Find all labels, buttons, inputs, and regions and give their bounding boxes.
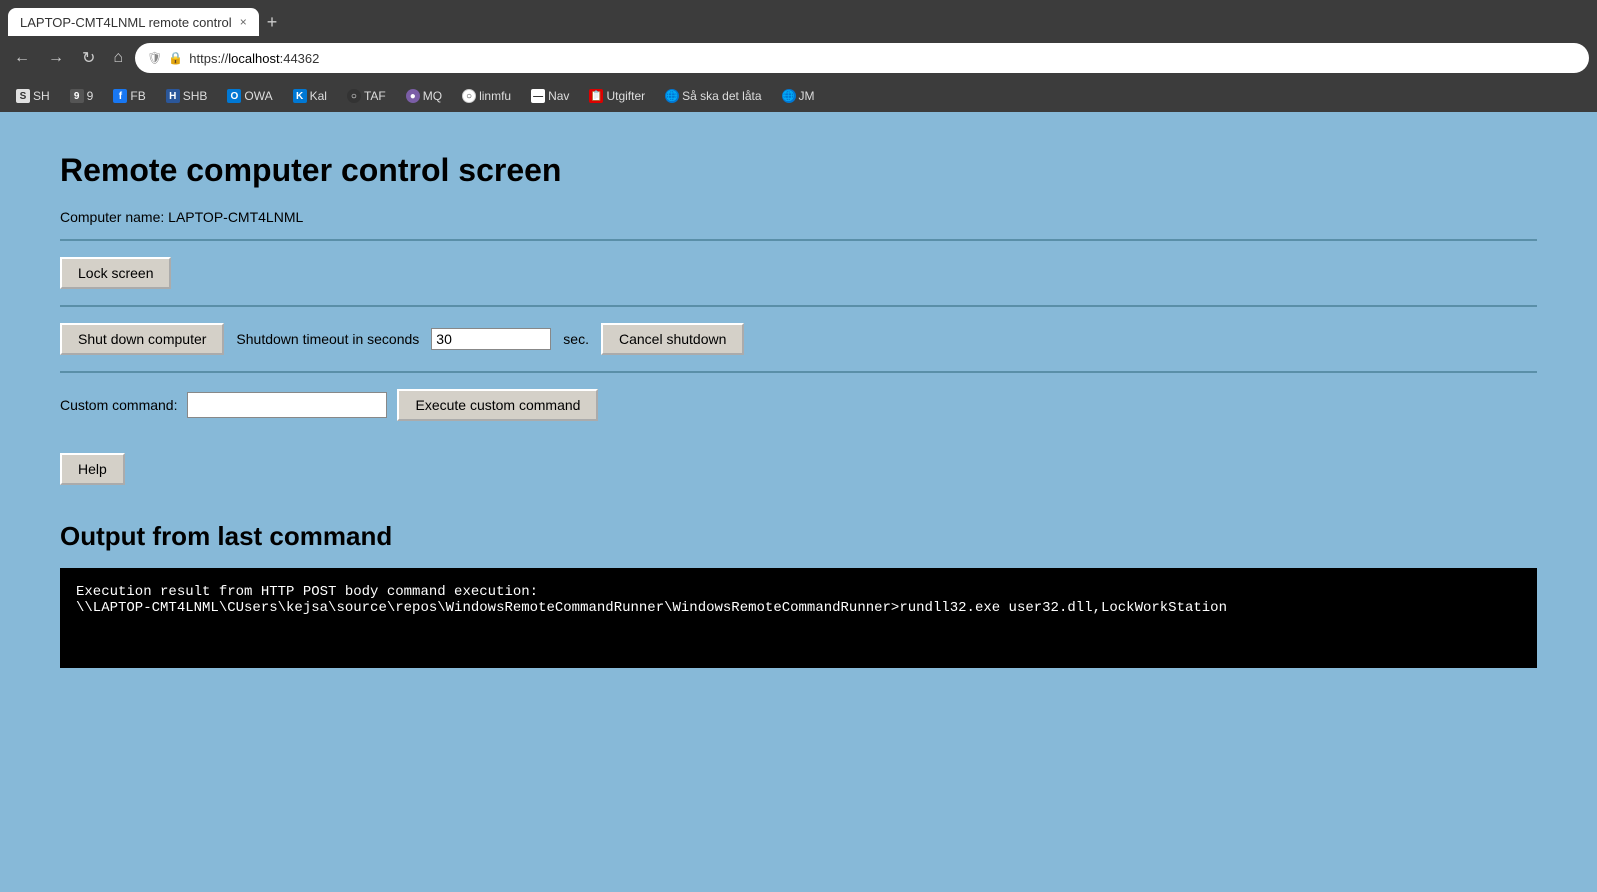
bookmark-nav[interactable]: — Nav [523, 86, 577, 106]
bookmark-linmfu-icon: ○ [462, 89, 476, 103]
bookmark-utgifter-icon: 📋 [589, 89, 603, 103]
bookmark-sh-icon: S [16, 89, 30, 103]
bookmark-nav-label: Nav [548, 89, 569, 103]
shutdown-timeout-label: Shutdown timeout in seconds [236, 331, 419, 347]
bookmark-owa-label: OWA [244, 89, 272, 103]
page-title: Remote computer control screen [60, 152, 1537, 189]
computer-name-label: Computer name: [60, 209, 168, 225]
bookmark-fb[interactable]: f FB [105, 86, 153, 106]
bookmark-shb-label: SHB [183, 89, 208, 103]
sec-label: sec. [563, 331, 589, 347]
address-port: :44362 [280, 51, 320, 66]
browser-chrome: LAPTOP-CMT4LNML remote control × + ← → ↻… [0, 0, 1597, 112]
address-prefix: https:// [189, 51, 228, 66]
bookmark-kal-icon: K [293, 89, 307, 103]
bookmark-utgifter[interactable]: 📋 Utgifter [581, 86, 653, 106]
shutdown-button[interactable]: Shut down computer [60, 323, 224, 355]
bookmark-shb[interactable]: H SHB [158, 86, 216, 106]
shield-icon: 🛡 [147, 51, 162, 65]
shutdown-timeout-input[interactable] [431, 328, 551, 350]
lock-screen-section: Lock screen [60, 239, 1537, 305]
custom-command-row: Custom command: Execute custom command [60, 389, 1537, 421]
tab-bar: LAPTOP-CMT4LNML remote control × + [0, 0, 1597, 36]
bookmark-owa[interactable]: O OWA [219, 86, 280, 106]
address-bar[interactable]: 🛡 🔒 https://localhost:44362 [135, 43, 1589, 73]
bookmark-shb-icon: H [166, 89, 180, 103]
tab-title: LAPTOP-CMT4LNML remote control [20, 15, 232, 30]
bookmark-utgifter-label: Utgifter [606, 89, 645, 103]
cancel-shutdown-button[interactable]: Cancel shutdown [601, 323, 744, 355]
help-section: Help [60, 437, 1537, 501]
bookmarks-bar: S SH 9 9 f FB H SHB O OWA K Kal ○ TAF ● [0, 80, 1597, 112]
help-button[interactable]: Help [60, 453, 125, 485]
computer-name-value: LAPTOP-CMT4LNML [168, 209, 303, 225]
bookmark-linmfu-label: linmfu [479, 89, 511, 103]
shutdown-row: Shut down computer Shutdown timeout in s… [60, 323, 1537, 355]
bookmark-9-icon: 9 [70, 89, 84, 103]
bookmark-9[interactable]: 9 9 [62, 86, 102, 106]
bookmark-saska-label: Så ska det låta [682, 89, 761, 103]
bookmark-linmfu[interactable]: ○ linmfu [454, 86, 519, 106]
bookmark-saska[interactable]: 🌐 Så ska det låta [657, 86, 769, 106]
bookmark-kal[interactable]: K Kal [285, 86, 335, 106]
forward-button[interactable]: → [42, 45, 70, 71]
nav-bar: ← → ↻ ⌂ 🛡 🔒 https://localhost:44362 [0, 36, 1597, 80]
custom-command-input[interactable] [187, 392, 387, 418]
bookmark-jm[interactable]: 🌐 JM [774, 86, 823, 106]
execute-command-button[interactable]: Execute custom command [397, 389, 598, 421]
address-text: https://localhost:44362 [189, 51, 319, 66]
shutdown-section: Shut down computer Shutdown timeout in s… [60, 305, 1537, 371]
bookmark-mq-icon: ● [406, 89, 420, 103]
custom-command-label: Custom command: [60, 397, 177, 413]
lock-icon: 🔒 [168, 51, 183, 65]
new-tab-button[interactable]: + [259, 12, 286, 33]
bookmark-mq[interactable]: ● MQ [398, 86, 450, 106]
page-content: Remote computer control screen Computer … [0, 112, 1597, 892]
output-box: Execution result from HTTP POST body com… [60, 568, 1537, 668]
lock-screen-button[interactable]: Lock screen [60, 257, 171, 289]
output-heading: Output from last command [60, 521, 1537, 552]
bookmark-saska-icon: 🌐 [665, 89, 679, 103]
bookmark-jm-icon: 🌐 [782, 89, 796, 103]
bookmark-mq-label: MQ [423, 89, 442, 103]
bookmark-owa-icon: O [227, 89, 241, 103]
bookmark-kal-label: Kal [310, 89, 327, 103]
bookmark-taf-icon: ○ [347, 89, 361, 103]
bookmark-taf-label: TAF [364, 89, 386, 103]
bookmark-sh[interactable]: S SH [8, 86, 58, 106]
bookmark-fb-icon: f [113, 89, 127, 103]
bookmark-fb-label: FB [130, 89, 145, 103]
bookmark-9-label: 9 [87, 89, 94, 103]
bookmark-sh-label: SH [33, 89, 50, 103]
tab-close-btn[interactable]: × [240, 15, 247, 29]
custom-command-section: Custom command: Execute custom command [60, 371, 1537, 437]
bookmark-taf[interactable]: ○ TAF [339, 86, 394, 106]
bookmark-jm-label: JM [799, 89, 815, 103]
refresh-button[interactable]: ↻ [76, 44, 101, 72]
back-button[interactable]: ← [8, 45, 36, 71]
bookmark-nav-icon: — [531, 89, 545, 103]
computer-name: Computer name: LAPTOP-CMT4LNML [60, 209, 1537, 225]
address-host: localhost [228, 51, 279, 66]
home-button[interactable]: ⌂ [107, 45, 129, 71]
active-tab[interactable]: LAPTOP-CMT4LNML remote control × [8, 8, 259, 36]
